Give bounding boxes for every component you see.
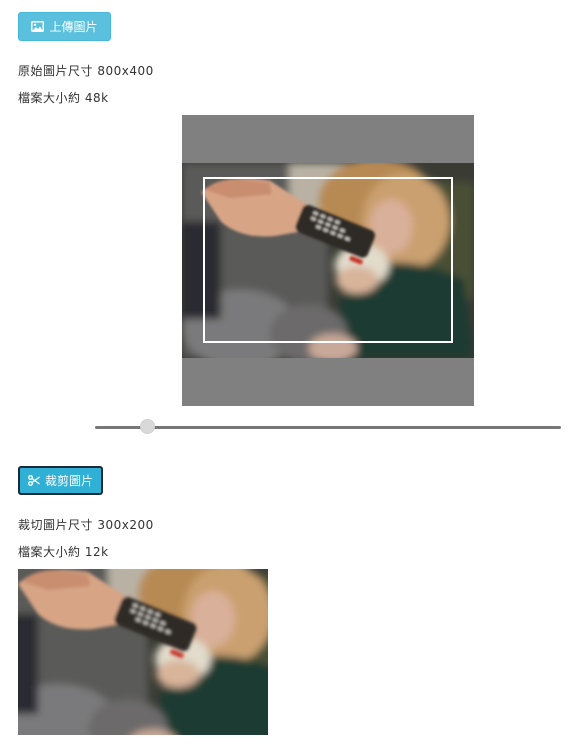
zoom-slider[interactable] — [95, 418, 561, 436]
crop-button-label: 裁剪圖片 — [44, 474, 93, 488]
cropped-result-image — [18, 569, 268, 735]
crop-selection-box[interactable] — [203, 177, 453, 343]
cropped-filesize-text: 檔案大小約 12k — [18, 545, 109, 559]
upload-image-button[interactable]: 上傳圖片 — [18, 12, 111, 41]
crop-image-button[interactable]: 裁剪圖片 — [18, 466, 103, 495]
image-cropper[interactable] — [182, 115, 474, 406]
slider-thumb[interactable] — [140, 419, 155, 434]
original-size-text: 原始圖片尺寸 800x400 — [18, 64, 154, 78]
slider-track[interactable] — [95, 426, 561, 429]
scissors-icon — [28, 475, 40, 486]
original-filesize-text: 檔案大小約 48k — [18, 91, 109, 105]
image-icon — [31, 21, 45, 32]
upload-button-label: 上傳圖片 — [49, 20, 98, 34]
cropped-size-text: 裁切圖片尺寸 300x200 — [18, 518, 154, 532]
